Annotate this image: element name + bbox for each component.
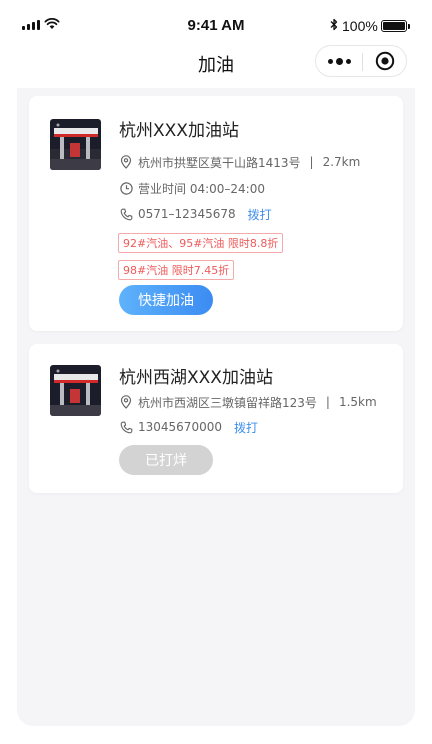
station-list: 杭州XXX加油站 杭州市拱墅区莫干山路1413号 | 2.7km 营业时间 04…	[17, 88, 415, 726]
station-address: 杭州市拱墅区莫干山路1413号	[138, 155, 301, 170]
station-name: 杭州XXX加油站	[119, 121, 239, 141]
phone-number: 0571–12345678	[138, 207, 236, 221]
station-distance: 1.5km	[338, 395, 377, 409]
station-card[interactable]: 杭州西湖XXX加油站 杭州市西湖区三墩镇留祥路123号 | 1.5km 1304…	[29, 344, 403, 493]
station-card[interactable]: 杭州XXX加油站 杭州市拱墅区莫干山路1413号 | 2.7km 营业时间 04…	[29, 96, 403, 331]
clock-icon	[119, 181, 133, 195]
separator: |	[309, 155, 314, 169]
hours-row: 营业时间 04:00–24:00	[119, 179, 265, 197]
status-bar: 9:41 AM 100%	[0, 0, 432, 44]
location-icon	[119, 155, 133, 169]
more-button[interactable]	[316, 46, 362, 76]
address-row: 杭州市西湖区三墩镇留祥路123号 | 1.5km	[119, 393, 377, 411]
closed-button: 已打烊	[119, 445, 213, 475]
station-name: 杭州西湖XXX加油站	[119, 368, 273, 388]
more-dot-icon	[335, 57, 343, 65]
bluetooth-icon	[330, 18, 338, 31]
business-hours: 营业时间 04:00–24:00	[138, 181, 265, 196]
station-photo	[50, 365, 101, 416]
more-dot-icon	[345, 58, 351, 64]
battery-icon	[381, 20, 410, 32]
phone-icon	[119, 207, 133, 221]
separator: |	[325, 395, 330, 409]
target-icon	[375, 51, 395, 71]
phone-row: 0571–12345678 拨打	[119, 205, 272, 223]
phone-row: 13045670000 拨打	[119, 418, 258, 436]
dial-link[interactable]: 拨打	[248, 206, 272, 223]
dial-link[interactable]: 拨打	[234, 419, 258, 436]
phone-number: 13045670000	[138, 420, 222, 434]
discount-tag: 98#汽油 限时7.45折	[118, 260, 235, 280]
location-icon	[119, 395, 133, 409]
close-button[interactable]	[362, 46, 408, 76]
quick-refuel-button[interactable]: 快捷加油	[119, 285, 213, 315]
address-row: 杭州市拱墅区莫干山路1413号 | 2.7km	[119, 153, 360, 171]
phone-icon	[119, 420, 133, 434]
mini-program-capsule	[315, 45, 407, 77]
station-photo	[50, 119, 101, 170]
station-address: 杭州市西湖区三墩镇留祥路123号	[138, 395, 317, 410]
station-distance: 2.7km	[322, 155, 361, 169]
more-dot-icon	[327, 58, 333, 64]
battery-percent: 100%	[342, 18, 378, 34]
discount-tag: 92#汽油、95#汽油 限时8.8折	[118, 233, 284, 253]
